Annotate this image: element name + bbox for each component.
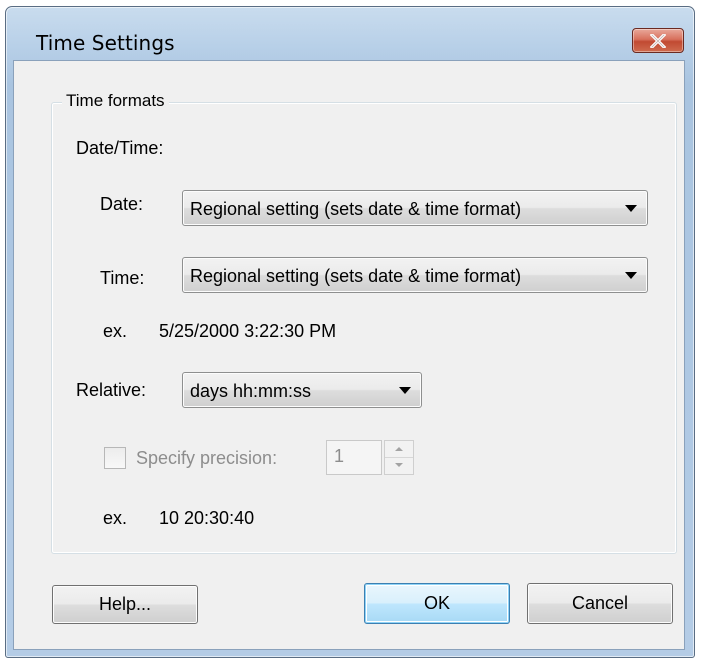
date-format-select[interactable]: Regional setting (sets date & time forma… [182, 190, 648, 226]
spin-up-button[interactable] [385, 441, 413, 458]
arrow-down-icon [395, 463, 403, 467]
spin-down-button[interactable] [385, 457, 413, 473]
close-icon [650, 33, 666, 48]
precision-spinner[interactable] [384, 440, 414, 475]
datetime-example-prefix: ex. [103, 321, 128, 341]
date-format-value: Regional setting (sets date & time forma… [190, 199, 522, 219]
dialog-title: Time Settings [36, 31, 175, 55]
time-format-select[interactable]: Regional setting (sets date & time forma… [182, 257, 648, 293]
specify-precision-checkbox[interactable] [104, 447, 126, 469]
help-button[interactable]: Help... [52, 585, 198, 624]
relative-label: Relative: [76, 380, 147, 400]
chevron-down-icon [399, 387, 411, 394]
group-legend: Time formats [62, 91, 169, 111]
time-format-value: Regional setting (sets date & time forma… [190, 266, 522, 286]
chevron-down-icon [625, 205, 637, 212]
relative-format-value: days hh:mm:ss [190, 381, 312, 401]
time-formats-group [51, 102, 677, 554]
datetime-example-value: 5/25/2000 3:22:30 PM [159, 321, 337, 341]
close-button[interactable] [632, 28, 684, 53]
relative-example-prefix: ex. [103, 508, 128, 528]
time-label: Time: [100, 268, 145, 288]
title-bar[interactable]: Time Settings [6, 7, 694, 59]
chevron-down-icon [625, 272, 637, 279]
date-label: Date: [100, 194, 144, 214]
ok-button[interactable]: OK [364, 583, 510, 624]
relative-example-value: 10 20:30:40 [159, 508, 255, 528]
datetime-heading: Date/Time: [76, 138, 164, 158]
cancel-button[interactable]: Cancel [527, 583, 673, 624]
arrow-up-icon [395, 447, 403, 451]
specify-precision-label: Specify precision: [136, 448, 278, 468]
relative-format-select[interactable]: days hh:mm:ss [182, 372, 422, 408]
precision-input[interactable]: 1 [326, 440, 382, 475]
